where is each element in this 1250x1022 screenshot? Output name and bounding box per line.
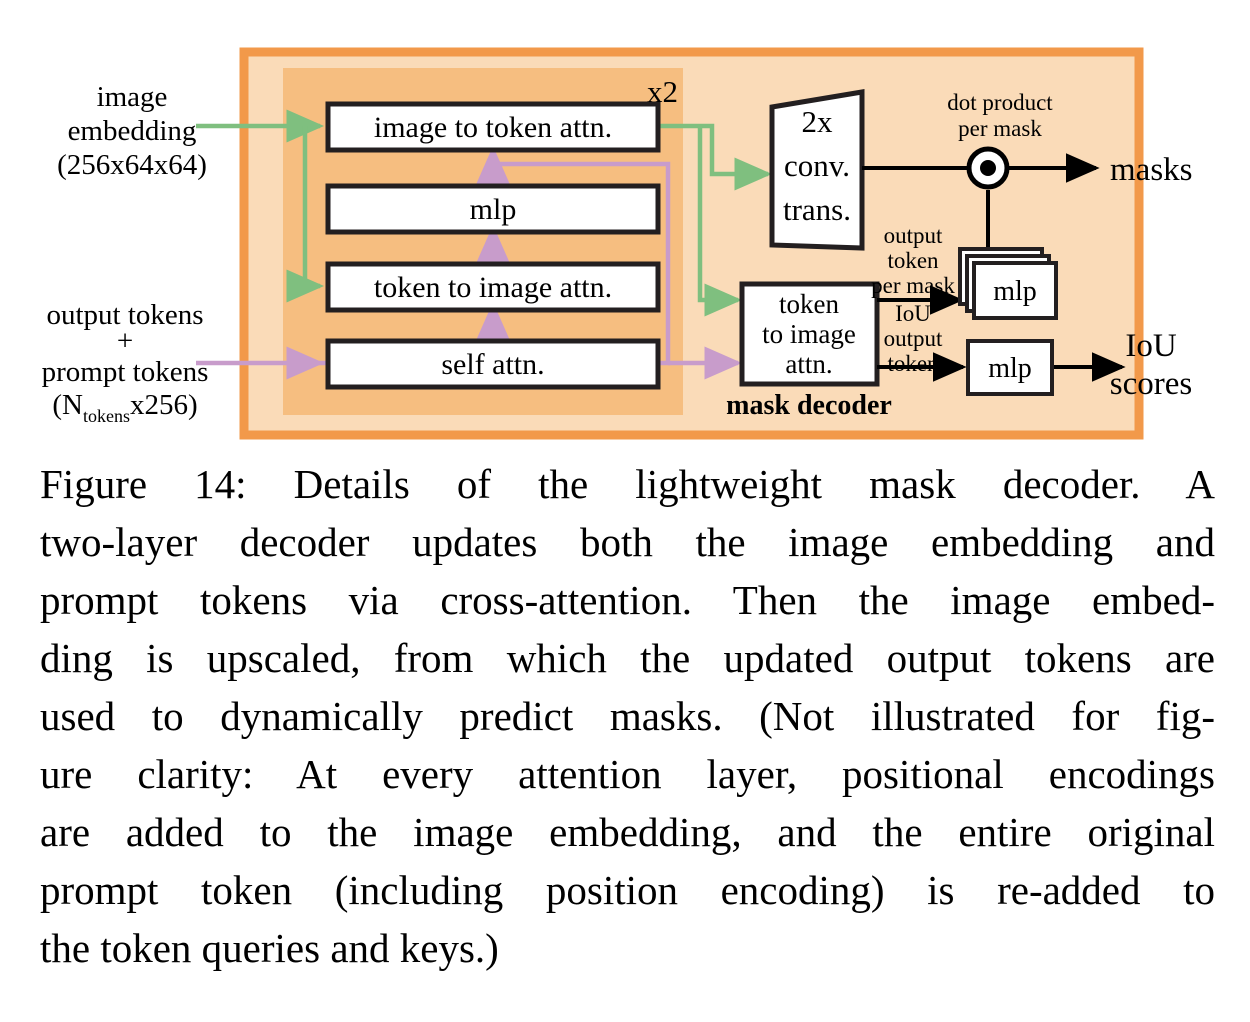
svg-text:(Ntokensx256): (Ntokensx256) xyxy=(52,389,197,426)
output-line: scores xyxy=(1110,366,1192,402)
conv-trans-block: 2x conv. trans. xyxy=(769,89,865,251)
output-line: masks xyxy=(1110,152,1193,188)
iou-token-line: output xyxy=(884,326,943,351)
dim-prefix: (N xyxy=(52,389,83,421)
caption-line: used to dynamically predict masks. (Not … xyxy=(40,693,1215,739)
conv-trans-line: 2x xyxy=(802,104,834,139)
output-label-masks: masks xyxy=(1110,152,1193,188)
mlp-single-label: mlp xyxy=(988,353,1032,384)
figure-diagram: image to token attn. mlp token to image … xyxy=(0,0,1250,450)
input-line: image xyxy=(97,81,168,113)
dot-product-line: dot product xyxy=(947,90,1053,115)
dim-suffix: x256) xyxy=(130,389,198,421)
output-line: IoU xyxy=(1125,328,1176,364)
input-line: embedding xyxy=(68,115,197,147)
final-attn-line: token xyxy=(779,289,839,319)
final-attn-line: to image xyxy=(762,319,856,349)
panel-title: mask decoder xyxy=(726,390,892,421)
decoder-block-label: token to image attn. xyxy=(374,271,612,304)
caption-line: prompt tokens via cross-attention. Then … xyxy=(40,577,1215,623)
dot-product-label: dot product per mask xyxy=(947,90,1053,141)
input-line: (256x64x64) xyxy=(57,149,207,181)
output-token-line: output xyxy=(884,223,943,248)
caption-line: ure clarity: At every attention layer, p… xyxy=(40,751,1215,797)
dot-product-icon xyxy=(966,146,1010,190)
mlp-single-block: mlp xyxy=(966,339,1054,396)
conv-trans-line: conv. xyxy=(784,148,850,183)
dim-subscript: tokens xyxy=(83,406,130,426)
output-token-line: per mask xyxy=(871,273,955,298)
decoder-block-label: mlp xyxy=(470,193,517,226)
iou-token-line: IoU xyxy=(895,301,931,326)
output-token-line: token xyxy=(887,248,939,273)
caption-line: are added to the image embedding, and th… xyxy=(40,809,1215,855)
caption-line: the token queries and keys.) xyxy=(40,925,499,971)
caption-line: ding is upscaled, from which the updated… xyxy=(40,635,1215,681)
input-line: prompt tokens xyxy=(42,356,209,388)
caption-line: prompt token (including position encodin… xyxy=(40,867,1215,913)
final-token-to-image-attn-block: token to image attn. xyxy=(739,281,880,387)
mlp-stack-label: mlp xyxy=(993,276,1037,307)
conv-trans-line: trans. xyxy=(783,192,851,227)
caption-line: two-layer decoder updates both the image… xyxy=(40,519,1215,565)
decoder-block-image-to-token-attn: image to token attn. xyxy=(325,101,661,153)
final-attn-line: attn. xyxy=(785,349,832,379)
decoder-block-mlp: mlp xyxy=(325,183,661,235)
input-label-image-embedding: image embedding (256x64x64) xyxy=(57,81,207,181)
figure-caption: Figure 14: Details of the lightweight ma… xyxy=(40,455,1215,977)
input-label-prompt-tokens: output tokens + prompt tokens (Ntokensx2… xyxy=(42,299,209,426)
decoder-block-label: image to token attn. xyxy=(374,111,612,144)
mlp-stack-block: mlp xyxy=(958,247,1058,320)
caption-line: Figure 14: Details of the lightweight ma… xyxy=(40,461,1215,507)
iou-token-line: token xyxy=(887,351,939,376)
decoder-block-token-to-image-attn: token to image attn. xyxy=(325,261,661,313)
dot-product-line: per mask xyxy=(958,116,1042,141)
input-line: + xyxy=(117,325,133,357)
decoder-block-label: self attn. xyxy=(441,348,544,381)
repeat-badge: x2 xyxy=(647,74,678,109)
decoder-block-self-attn: self attn. xyxy=(325,338,661,390)
